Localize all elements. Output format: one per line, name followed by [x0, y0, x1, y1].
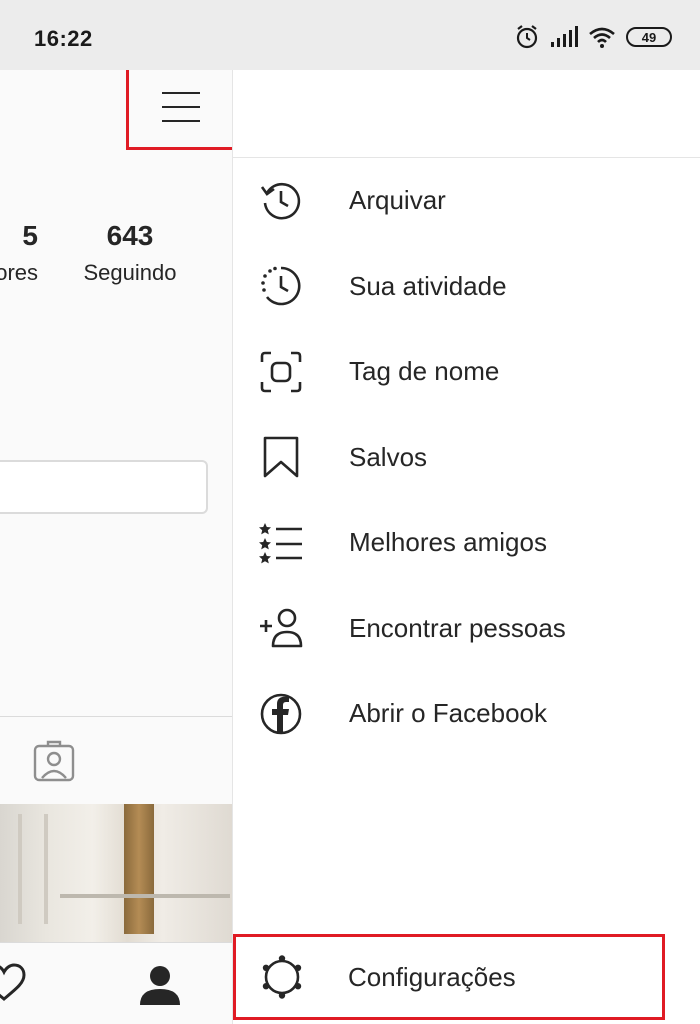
status-icons: 49: [514, 24, 672, 50]
following-count: 643: [106, 220, 154, 251]
menu-label-saved: Salvos: [349, 441, 428, 472]
battery-icon: 49: [626, 27, 672, 47]
menu-label-activity: Sua atividade: [349, 270, 507, 301]
following-stat[interactable]: 643 Seguindo: [74, 220, 186, 286]
heart-icon[interactable]: [0, 963, 44, 1003]
nametag-icon: [259, 350, 303, 394]
hamburger-icon: [162, 92, 200, 122]
bookmark-icon: [259, 435, 303, 479]
menu-label-close-friends: Melhores amigos: [349, 527, 547, 558]
menu-item-archive[interactable]: Arquivar: [233, 158, 700, 244]
add-person-icon: [259, 606, 303, 650]
close-friends-icon: [259, 521, 303, 565]
followers-label: ores: [0, 260, 38, 285]
menu-label-nametag: Tag de nome: [349, 356, 500, 387]
status-time: 16:22: [34, 26, 93, 51]
tabs-divider: [0, 716, 232, 717]
edit-profile-button[interactable]: [0, 460, 208, 514]
archive-icon: [259, 179, 303, 223]
facebook-icon: [259, 692, 303, 736]
menu-item-activity[interactable]: Sua atividade: [233, 244, 700, 330]
menu-label-facebook: Abrir o Facebook: [349, 698, 547, 729]
drawer-header: [233, 70, 700, 158]
menu-label-settings: Configurações: [348, 961, 516, 992]
gear-icon: [260, 955, 304, 999]
drawer-menu-list: Arquivar Sua atividade Tag de nome Salvo…: [233, 158, 700, 757]
signal-icon: [551, 26, 578, 47]
following-label: Seguindo: [83, 260, 177, 285]
menu-item-facebook[interactable]: Abrir o Facebook: [233, 671, 700, 757]
menu-button[interactable]: [126, 70, 232, 150]
alarm-icon: [516, 25, 538, 49]
settings-button[interactable]: Configurações: [233, 934, 665, 1020]
followers-stat[interactable]: 5 ores: [0, 220, 38, 286]
side-drawer: Arquivar Sua atividade Tag de nome Salvo…: [232, 70, 700, 1024]
status-bar: 16:22 49: [0, 0, 700, 70]
menu-item-saved[interactable]: Salvos: [233, 415, 700, 501]
wifi-icon: [589, 27, 615, 48]
profile-photo-thumbnail[interactable]: [0, 804, 232, 954]
menu-item-find-people[interactable]: Encontrar pessoas: [233, 586, 700, 672]
menu-item-close-friends[interactable]: Melhores amigos: [233, 500, 700, 586]
activity-icon: [259, 264, 303, 308]
menu-label-find-people: Encontrar pessoas: [349, 612, 566, 643]
bottom-navigation: [0, 942, 232, 1024]
tagged-photos-icon[interactable]: [32, 740, 76, 784]
profile-icon[interactable]: [138, 963, 182, 1007]
followers-count: 5: [22, 220, 38, 251]
menu-item-nametag[interactable]: Tag de nome: [233, 329, 700, 415]
profile-page-background: 5 ores 643 Seguindo: [0, 70, 232, 1024]
menu-label-archive: Arquivar: [349, 185, 446, 216]
